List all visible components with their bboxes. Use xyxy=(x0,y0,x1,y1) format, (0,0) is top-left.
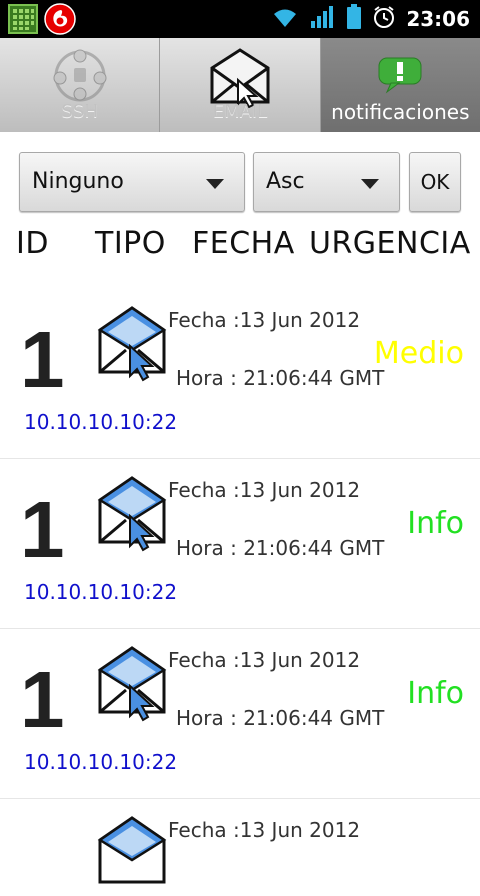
notification-time: Hora : 21:06:44 GMT xyxy=(176,366,385,390)
filter-controls: Ninguno Asc OK xyxy=(0,152,480,214)
list-item[interactable]: 1 Fecha :13 Jun 2012 Hora : 21:06:44 GMT… xyxy=(0,628,480,799)
notification-host: 10.10.10.10:22 xyxy=(24,580,178,604)
email-type-icon xyxy=(96,474,168,556)
alert-bubble-icon xyxy=(377,56,423,98)
column-header-tipo: TIPO xyxy=(95,226,166,261)
chevron-down-icon xyxy=(206,179,224,189)
tab-ssh[interactable]: SSH xyxy=(0,38,161,132)
tab-notificaciones-label: notificaciones xyxy=(331,100,470,124)
notification-date: Fecha :13 Jun 2012 xyxy=(168,478,361,502)
notification-id: 1 xyxy=(20,655,65,744)
notification-id: 1 xyxy=(20,315,65,404)
vodafone-logo xyxy=(44,3,76,39)
tab-email[interactable]: EMAIL xyxy=(160,38,321,132)
notification-date: Fecha :13 Jun 2012 xyxy=(168,818,361,842)
list-item[interactable]: 1 Fecha :13 Jun 2012 Hora : 21:06:44 GMT… xyxy=(0,288,480,459)
column-header-id: ID xyxy=(16,226,49,261)
alarm-icon xyxy=(372,5,396,33)
tab-email-label: EMAIL xyxy=(212,101,268,122)
notification-date: Fecha :13 Jun 2012 xyxy=(168,648,361,672)
urgency-label: Medio xyxy=(373,336,464,371)
filter-dropdown[interactable]: Ninguno xyxy=(19,152,245,212)
tab-notificaciones[interactable]: notificaciones xyxy=(320,38,480,132)
battery-icon xyxy=(346,4,362,34)
notification-time: Hora : 21:06:44 GMT xyxy=(176,706,385,730)
notification-host: 10.10.10.10:22 xyxy=(24,410,178,434)
clock-time: 23:06 xyxy=(406,7,470,31)
list-item[interactable]: 1 Fecha :13 Jun 2012 Hora : 21:06:44 GMT… xyxy=(0,458,480,629)
ok-button[interactable]: OK xyxy=(409,152,461,212)
email-type-icon xyxy=(96,304,168,386)
notification-id: 1 xyxy=(20,485,65,574)
column-header-fecha: FECHA xyxy=(192,226,295,261)
tab-bar: SSH EMAIL notificaciones xyxy=(0,38,480,132)
signal-icon xyxy=(310,5,336,33)
urgency-label: Info xyxy=(407,676,464,711)
order-value: Asc xyxy=(266,169,305,194)
status-bar: 23:06 xyxy=(0,0,480,38)
column-header-urgencia: URGENCIA xyxy=(309,226,471,261)
sim-card-icon xyxy=(8,4,38,38)
list-item[interactable]: Fecha :13 Jun 2012 xyxy=(0,798,480,884)
chevron-down-icon xyxy=(361,179,379,189)
email-type-icon xyxy=(96,644,168,726)
notification-host: 10.10.10.10:22 xyxy=(24,750,178,774)
tab-ssh-label: SSH xyxy=(61,101,98,122)
notification-time: Hora : 21:06:44 GMT xyxy=(176,536,385,560)
filter-value: Ninguno xyxy=(32,169,124,194)
urgency-label: Info xyxy=(407,506,464,541)
order-dropdown[interactable]: Asc xyxy=(253,152,400,212)
wifi-icon xyxy=(270,5,300,33)
email-type-icon xyxy=(96,814,168,896)
notification-date: Fecha :13 Jun 2012 xyxy=(168,308,361,332)
